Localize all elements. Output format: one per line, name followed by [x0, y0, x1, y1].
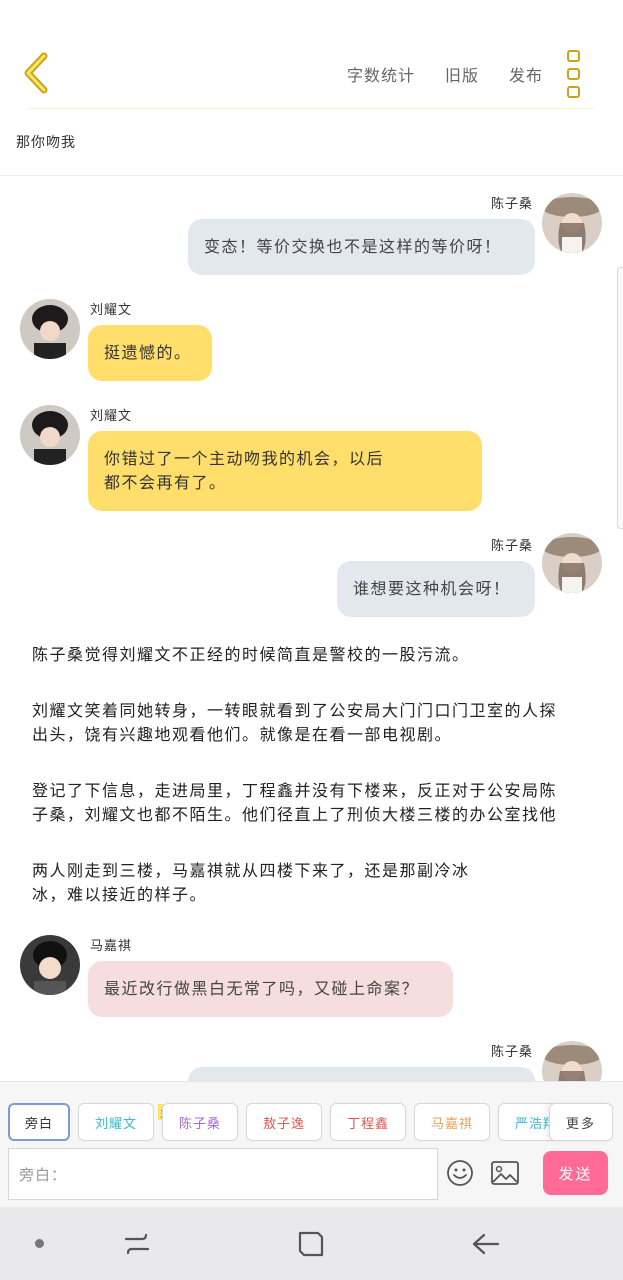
message-left: 马嘉祺 最近改行做黑白无常了吗，又碰上命案？: [0, 923, 623, 1033]
speaker-name: 陈子桑: [490, 539, 533, 554]
send-button[interactable]: 发送: [543, 1151, 608, 1195]
narration-line: 登记了下信息，走进局里，丁程鑫并没有下楼来，反正对于公安局陈: [32, 781, 558, 800]
role-chip-ma-jiaqi[interactable]: 马嘉祺: [414, 1103, 490, 1141]
more-vertical-icon[interactable]: [563, 50, 583, 98]
home-button[interactable]: [296, 1229, 326, 1259]
emoji-button[interactable]: [446, 1159, 474, 1187]
message-bubble[interactable]: [188, 1067, 535, 1081]
narration-line: 两人刚走到三楼，马嘉祺就从四楼下来了，还是那副冷冰: [32, 861, 470, 880]
system-nav-bar: [0, 1207, 623, 1280]
word-count-button[interactable]: 字数统计: [347, 62, 415, 86]
role-selector-bar: 旁白 刘耀文 主 陈子桑 敖子逸 丁程鑫 马嘉祺 严浩翔 更多: [0, 1081, 623, 1147]
message-right: 陈子桑 变态！等价交换也不是这样的等价呀！: [0, 177, 623, 287]
home-icon: [298, 1231, 324, 1257]
avatar[interactable]: [20, 299, 80, 359]
back-button[interactable]: [18, 50, 58, 96]
speaker-name: 陈子桑: [490, 1045, 533, 1060]
avatar[interactable]: [542, 533, 602, 593]
story-title: 那你吻我: [16, 135, 76, 151]
chevron-left-icon: [24, 52, 48, 94]
input-row: 旁白： 发送: [0, 1147, 623, 1207]
image-icon: [491, 1161, 519, 1185]
message-bubble[interactable]: 谁想要这种机会呀！: [337, 561, 535, 617]
avatar[interactable]: [542, 193, 602, 253]
role-chip-ding-chengxin[interactable]: 丁程鑫: [330, 1103, 406, 1141]
narration[interactable]: 登记了下信息，走进局里，丁程鑫并没有下楼来，反正对于公安局陈 子桑，刘耀文也都不…: [32, 779, 592, 827]
narration-line: 子桑，刘耀文也都不陌生。他们径直上了刑侦大楼三楼的办公室找他: [32, 805, 558, 824]
avatar[interactable]: [542, 1041, 602, 1081]
dot-icon[interactable]: [35, 1239, 44, 1248]
header: 字数统计 旧版 发布 那你吻我: [0, 0, 623, 176]
message-line: 都不会再有了。: [104, 473, 227, 492]
role-chip-narrator[interactable]: 旁白: [8, 1103, 70, 1141]
message-left: 刘耀文 挺遗憾的。: [0, 287, 623, 392]
narration[interactable]: 刘耀文笑着同她转身，一转眼就看到了公安局大门门口门卫室的人探 出头，饶有兴趣地观…: [32, 699, 592, 747]
nav-back-button[interactable]: [470, 1229, 504, 1259]
message-right: 陈子桑 谁想要这种机会呀！: [0, 523, 623, 623]
recent-apps-button[interactable]: [120, 1229, 154, 1259]
message-line: 你错过了一个主动吻我的机会，以后: [104, 449, 385, 468]
message-bubble[interactable]: 最近改行做黑白无常了吗，又碰上命案？: [88, 961, 453, 1017]
speaker-name: 马嘉祺: [90, 939, 133, 954]
message-left: 刘耀文 你错过了一个主动吻我的机会，以后 都不会再有了。: [0, 393, 623, 523]
message-bubble[interactable]: 你错过了一个主动吻我的机会，以后 都不会再有了。: [88, 431, 482, 511]
toolbar: 字数统计 旧版 发布: [347, 62, 543, 86]
smiley-icon: [447, 1160, 473, 1186]
narration-line: 冰，难以接近的样子。: [32, 885, 208, 904]
speaker-name: 陈子桑: [490, 197, 533, 212]
old-version-button[interactable]: 旧版: [445, 62, 479, 86]
avatar[interactable]: [20, 405, 80, 465]
narration[interactable]: 陈子桑觉得刘耀文不正经的时候简直是警校的一股污流。: [32, 643, 592, 667]
role-chip-liu-yaowen[interactable]: 刘耀文: [78, 1103, 154, 1141]
more-roles-button[interactable]: 更多: [549, 1103, 613, 1141]
role-chip-ao-ziyi[interactable]: 敖子逸: [246, 1103, 322, 1141]
back-arrow-icon: [472, 1233, 500, 1255]
avatar[interactable]: [20, 935, 80, 995]
role-chip-chen-zisang[interactable]: 陈子桑: [162, 1103, 238, 1141]
narration[interactable]: 两人刚走到三楼，马嘉祺就从四楼下来了，还是那副冷冰 冰，难以接近的样子。: [32, 859, 592, 907]
message-bubble[interactable]: 变态！等价交换也不是这样的等价呀！: [188, 219, 535, 275]
speaker-name: 刘耀文: [90, 303, 133, 318]
speaker-name: 刘耀文: [90, 409, 133, 424]
message-input[interactable]: 旁白：: [8, 1148, 438, 1200]
recent-apps-icon: [124, 1233, 150, 1255]
narration-line: 出头，饶有兴趣地观看他们。就像是在看一部电视剧。: [32, 725, 453, 744]
narration-line: 陈子桑觉得刘耀文不正经的时候简直是警校的一股污流。: [32, 645, 470, 664]
header-divider: [28, 108, 594, 109]
narration-line: 刘耀文笑着同她转身，一转眼就看到了公安局大门门口门卫室的人探: [32, 701, 558, 720]
publish-button[interactable]: 发布: [509, 62, 543, 86]
message-right: 陈子桑: [0, 1033, 623, 1081]
message-bubble[interactable]: 挺遗憾的。: [88, 325, 212, 381]
image-button[interactable]: [490, 1159, 520, 1187]
chat-area[interactable]: 陈子桑 变态！等价交换也不是这样的等价呀！ 刘耀文 挺遗憾的。 刘耀文 你错过了…: [0, 177, 623, 1081]
